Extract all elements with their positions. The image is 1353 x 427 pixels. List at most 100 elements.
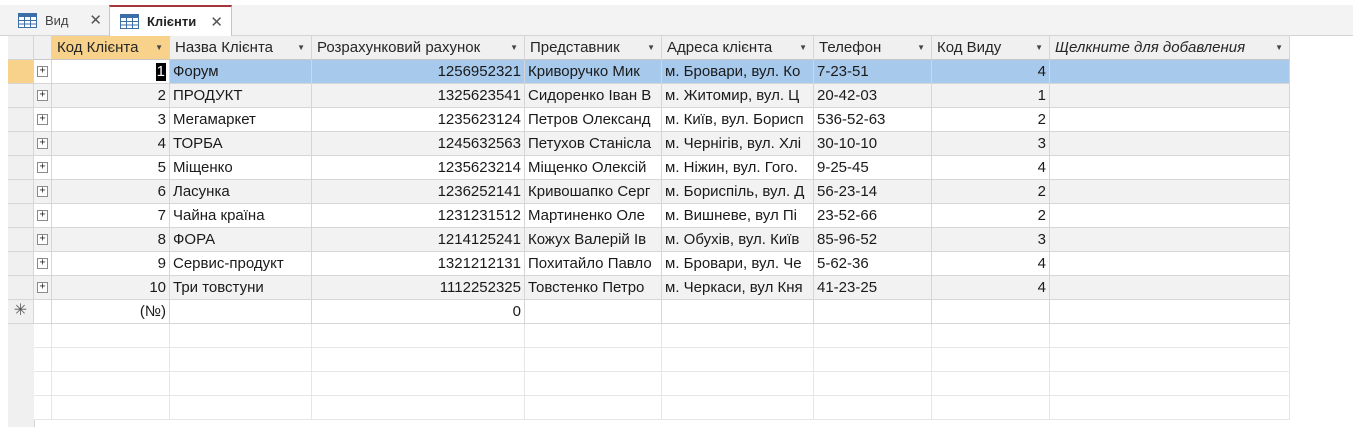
cell-adresa[interactable]: м. Вишневе, вул Пі <box>662 204 814 228</box>
cell-new-field[interactable] <box>1050 132 1290 156</box>
cell-new-field[interactable] <box>1050 156 1290 180</box>
cell-new-field[interactable] <box>1050 108 1290 132</box>
plus-icon[interactable]: + <box>37 234 48 245</box>
cell-new-field[interactable] <box>1050 204 1290 228</box>
col-kod-vydu-header[interactable]: Код Виду ▼ <box>932 36 1050 60</box>
cell-nazva-klienta[interactable]: Ласунка <box>170 180 312 204</box>
cell-adresa[interactable]: м. Бровари, вул. Ко <box>662 60 814 84</box>
cell-kod-vydu[interactable]: 2 <box>932 108 1050 132</box>
cell-rakhunok[interactable]: 1236252141 <box>312 180 525 204</box>
cell-telefon[interactable]: 41-23-25 <box>814 276 932 300</box>
cell-adresa[interactable]: м. Обухів, вул. Київ <box>662 228 814 252</box>
cell-telefon[interactable]: 23-52-66 <box>814 204 932 228</box>
cell-telefon[interactable]: 85-96-52 <box>814 228 932 252</box>
cell-predstavnyk[interactable]: Сидоренко Іван В <box>525 84 662 108</box>
table-row[interactable]: +6 Ласунка 1236252141 Кривошапко Серг м. Бор… <box>8 180 1353 204</box>
cell-rakhunok[interactable]: 1325623541 <box>312 84 525 108</box>
plus-icon[interactable]: + <box>37 258 48 269</box>
cell-kod-klienta[interactable]: 1 <box>52 60 170 84</box>
cell-kod-klienta[interactable]: 4 <box>52 132 170 156</box>
cell-new-field[interactable] <box>1050 252 1290 276</box>
plus-icon[interactable]: + <box>37 282 48 293</box>
cell-new-field[interactable] <box>1050 180 1290 204</box>
cell-predstavnyk[interactable]: Міщенко Олексій <box>525 156 662 180</box>
select-all-corner[interactable] <box>8 36 34 60</box>
cell-kod-klienta[interactable]: 6 <box>52 180 170 204</box>
cell-adresa[interactable]: м. Чернігів, вул. Хлі <box>662 132 814 156</box>
table-row[interactable]: +4 ТОРБА 1245632563 Петухов Станісла м. Черн… <box>8 132 1353 156</box>
cell-telefon[interactable]: 5-62-36 <box>814 252 932 276</box>
record-selector[interactable] <box>8 60 34 84</box>
col-predstavnyk-header[interactable]: Представник ▼ <box>525 36 662 60</box>
record-selector[interactable] <box>8 108 34 132</box>
cell-nazva-klienta[interactable]: ФОРА <box>170 228 312 252</box>
cell-predstavnyk[interactable]: Кожух Валерій Ів <box>525 228 662 252</box>
table-row[interactable]: +5 Міщенко 1235623214 Міщенко Олексій м. Ніж… <box>8 156 1353 180</box>
cell-rakhunok[interactable]: 1321212131 <box>312 252 525 276</box>
record-selector[interactable] <box>8 180 34 204</box>
cell-nazva-klienta[interactable]: ТОРБА <box>170 132 312 156</box>
dropdown-arrow-icon[interactable]: ▼ <box>647 36 655 59</box>
cell-kod-vydu[interactable]: 4 <box>932 276 1050 300</box>
table-row[interactable]: +2 ПРОДУКТ 1325623541 Сидоренко Іван В м. Жи… <box>8 84 1353 108</box>
record-selector[interactable] <box>8 204 34 228</box>
cell-kod-klienta[interactable]: 3 <box>52 108 170 132</box>
cell-telefon[interactable]: 7-23-51 <box>814 60 932 84</box>
cell-predstavnyk[interactable]: Похитайло Павло <box>525 252 662 276</box>
cell-kod-vydu[interactable]: 4 <box>932 156 1050 180</box>
cell-predstavnyk[interactable]: Криворучко Мик <box>525 60 662 84</box>
cell-adresa[interactable]: м. Ніжин, вул. Гого. <box>662 156 814 180</box>
dropdown-arrow-icon[interactable]: ▼ <box>155 36 163 59</box>
plus-icon[interactable]: + <box>37 186 48 197</box>
cell-telefon[interactable]: 30-10-10 <box>814 132 932 156</box>
cell-nazva-klienta[interactable]: ПРОДУКТ <box>170 84 312 108</box>
cell-telefon[interactable] <box>814 300 932 324</box>
cell-telefon[interactable]: 20-42-03 <box>814 84 932 108</box>
cell-kod-klienta[interactable]: 10 <box>52 276 170 300</box>
new-record-icon[interactable]: ✳ <box>8 300 34 324</box>
subdatasheet-expander[interactable]: + <box>34 132 52 156</box>
col-telefon-header[interactable]: Телефон ▼ <box>814 36 932 60</box>
plus-icon[interactable]: + <box>37 162 48 173</box>
cell-telefon[interactable]: 9-25-45 <box>814 156 932 180</box>
plus-icon[interactable]: + <box>37 90 48 101</box>
dropdown-arrow-icon[interactable]: ▼ <box>297 36 305 59</box>
table-row[interactable]: +8 ФОРА 1214125241 Кожух Валерій Ів м. Обухі… <box>8 228 1353 252</box>
cell-nazva-klienta[interactable] <box>170 300 312 324</box>
cell-adresa[interactable]: м. Бориспіль, вул. Д <box>662 180 814 204</box>
plus-icon[interactable]: + <box>37 138 48 149</box>
table-row[interactable]: +1 Форум 1256952321 Криворучко Мик м. Бровар… <box>8 60 1353 84</box>
cell-predstavnyk[interactable]: Товстенко Петро <box>525 276 662 300</box>
cell-adresa[interactable] <box>662 300 814 324</box>
dropdown-arrow-icon[interactable]: ▼ <box>917 36 925 59</box>
cell-rakhunok[interactable]: 1235623214 <box>312 156 525 180</box>
subdatasheet-expander[interactable]: + <box>34 180 52 204</box>
cell-predstavnyk[interactable]: Мартиненко Оле <box>525 204 662 228</box>
cell-nazva-klienta[interactable]: Форум <box>170 60 312 84</box>
tab-klienty[interactable]: Клієнти ✕ <box>109 5 232 36</box>
cell-predstavnyk[interactable] <box>525 300 662 324</box>
record-selector[interactable] <box>8 252 34 276</box>
cell-adresa[interactable]: м. Черкаси, вул Кня <box>662 276 814 300</box>
cell-kod-klienta[interactable]: 2 <box>52 84 170 108</box>
cell-telefon[interactable]: 56-23-14 <box>814 180 932 204</box>
cell-kod-vydu[interactable] <box>932 300 1050 324</box>
cell-kod-klienta[interactable]: 9 <box>52 252 170 276</box>
cell-rakhunok[interactable]: 1112252325 <box>312 276 525 300</box>
record-selector[interactable] <box>8 276 34 300</box>
subdatasheet-expander[interactable]: + <box>34 60 52 84</box>
cell-adresa[interactable]: м. Бровари, вул. Че <box>662 252 814 276</box>
subdatasheet-expander[interactable]: + <box>34 108 52 132</box>
dropdown-arrow-icon[interactable]: ▼ <box>510 36 518 59</box>
cell-nazva-klienta[interactable]: Три товстуни <box>170 276 312 300</box>
cell-rakhunok[interactable]: 1231231512 <box>312 204 525 228</box>
col-adresa-klienta-header[interactable]: Адреса клієнта ▼ <box>662 36 814 60</box>
cell-nazva-klienta[interactable]: Міщенко <box>170 156 312 180</box>
cell-rakhunok[interactable]: 1235623124 <box>312 108 525 132</box>
cell-kod-vydu[interactable]: 3 <box>932 132 1050 156</box>
plus-icon[interactable]: + <box>37 114 48 125</box>
cell-nazva-klienta[interactable]: Чайна країна <box>170 204 312 228</box>
subdatasheet-expander[interactable]: + <box>34 84 52 108</box>
table-row[interactable]: +7 Чайна країна 1231231512 Мартиненко Оле м.… <box>8 204 1353 228</box>
new-record-row[interactable]: ✳ (№) 0 <box>8 300 1353 324</box>
